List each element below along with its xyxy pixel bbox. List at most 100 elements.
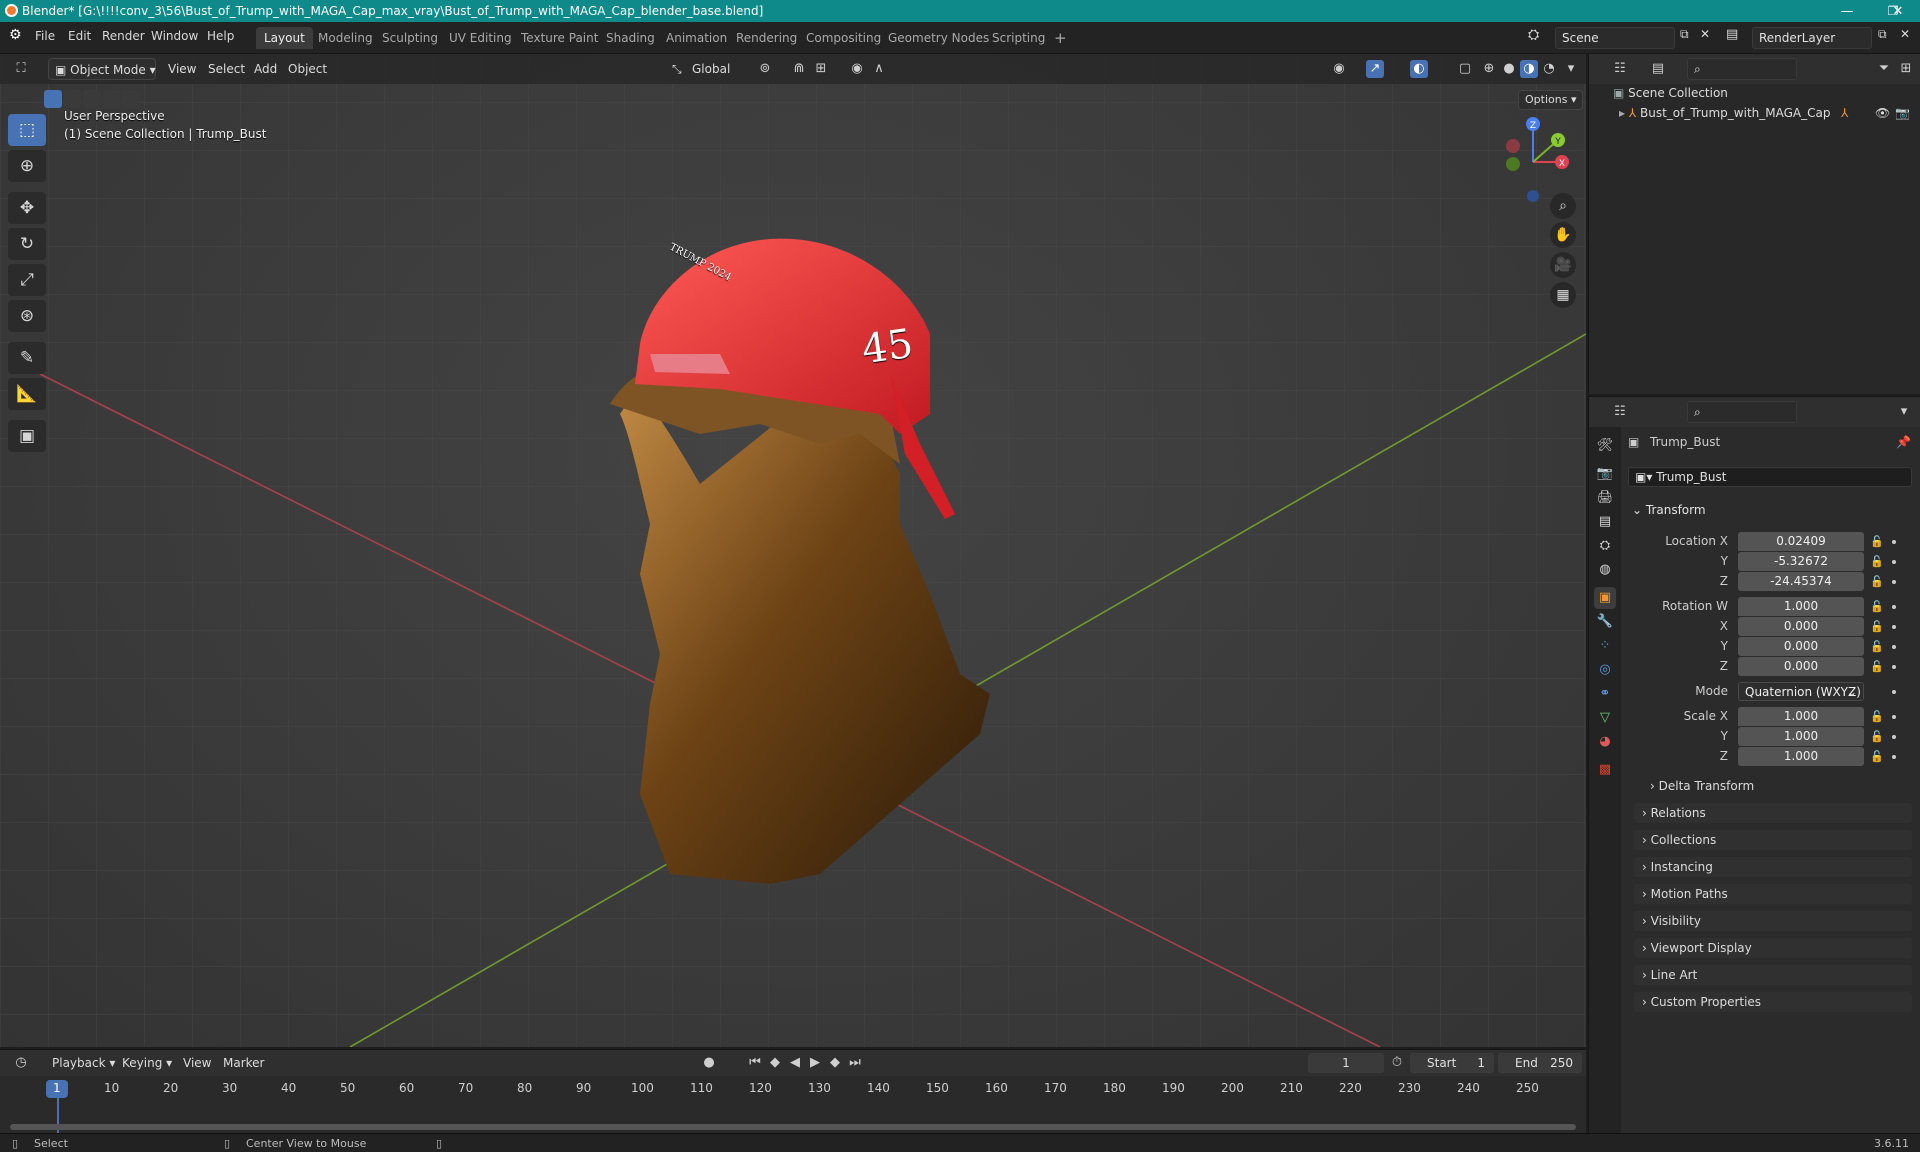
delete-view-layer-icon[interactable]: ✕ — [1900, 27, 1910, 41]
scale-x-field[interactable]: 1.000 — [1738, 707, 1864, 726]
select-invert-icon[interactable] — [102, 90, 121, 108]
blender-menu-icon[interactable]: ⚙ — [9, 27, 22, 43]
pivot-icon[interactable]: ⊚ — [756, 60, 774, 78]
select-extend-icon[interactable] — [63, 90, 82, 108]
transform-panel-header[interactable]: ⌄ Transform — [1632, 503, 1706, 517]
select-box-tool-icon[interactable]: ⬚ — [8, 114, 46, 146]
particles-tab-icon[interactable]: ⁘ — [1594, 635, 1616, 657]
properties-options-icon[interactable]: ▾ — [1895, 403, 1913, 421]
outliner-editor-type-icon[interactable]: ☷ — [1611, 60, 1629, 78]
shading-options-icon[interactable]: ▾ — [1562, 60, 1580, 78]
keyframe-dot-icon[interactable] — [1892, 605, 1896, 609]
zoom-icon[interactable]: ⌕ — [1550, 193, 1576, 219]
filter-icon[interactable]: ⏷ — [1875, 60, 1893, 78]
transform-tool-icon[interactable]: ⊛ — [8, 300, 46, 332]
panel-motion-paths[interactable]: › Motion Paths — [1634, 884, 1912, 904]
lock-icon[interactable]: 🔓 — [1870, 710, 1884, 723]
outliner-scene-collection[interactable]: ▣ Scene Collection — [1589, 83, 1920, 103]
tab-texture-paint[interactable]: Texture Paint — [513, 27, 606, 49]
editor-type-icon[interactable]: ⛶ — [12, 60, 30, 78]
rotate-tool-icon[interactable]: ↻ — [8, 228, 46, 260]
gizmo-toggle-icon[interactable]: ↗ — [1366, 60, 1384, 78]
new-scene-icon[interactable]: ⧉ — [1680, 27, 1689, 42]
snap-target-icon[interactable]: ⊞ — [812, 60, 830, 78]
menu-keying[interactable]: Keying ▾ — [122, 1052, 172, 1074]
menu-view[interactable]: View — [168, 58, 196, 80]
snap-icon[interactable]: ⋒ — [790, 60, 808, 78]
outliner-item-bust[interactable]: ▸ ⅄ Bust_of_Trump_with_MAGA_Cap ⅄ 👁 📷 — [1589, 103, 1920, 123]
panel-viewport-display[interactable]: › Viewport Display — [1634, 938, 1912, 958]
overlay-toggle-icon[interactable]: ◐ — [1410, 60, 1428, 78]
display-mode-icon[interactable]: ▤ — [1649, 60, 1667, 78]
delete-scene-icon[interactable]: ✕ — [1700, 27, 1710, 41]
jump-end-icon[interactable]: ⏭ — [846, 1054, 864, 1072]
menu-timeline-view[interactable]: View — [183, 1052, 211, 1074]
stopwatch-icon[interactable]: ⏱ — [1388, 1054, 1406, 1072]
texture-tab-icon[interactable]: ▩ — [1594, 759, 1616, 781]
select-subtract-icon[interactable] — [83, 90, 101, 108]
mode-selector[interactable]: ▣ Object Mode ▾ — [48, 58, 156, 80]
object-datablock-field[interactable]: ▣▾ Trump_Bust — [1628, 467, 1912, 487]
view-layer-field[interactable]: RenderLayer — [1752, 27, 1872, 49]
expand-arrow-icon[interactable]: ▸ — [1619, 106, 1625, 120]
properties-editor-type-icon[interactable]: ☷ — [1611, 403, 1629, 421]
lock-icon[interactable]: 🔓 — [1870, 555, 1884, 568]
falloff-icon[interactable]: ∧ — [870, 60, 888, 78]
tab-rendering[interactable]: Rendering — [728, 27, 805, 49]
world-tab-icon[interactable]: ◍ — [1594, 559, 1616, 581]
rotation-w-field[interactable]: 1.000 — [1738, 597, 1864, 616]
material-shading-icon[interactable]: ◑ — [1520, 60, 1538, 78]
rotation-z-field[interactable]: 0.000 — [1738, 657, 1864, 676]
properties-search-input[interactable]: ⌕ — [1687, 401, 1797, 423]
ortho-grid-icon[interactable]: ▦ — [1550, 282, 1576, 308]
keyframe-dot-icon[interactable] — [1892, 715, 1896, 719]
new-collection-icon[interactable]: ⊞ — [1897, 60, 1915, 78]
rotation-y-field[interactable]: 0.000 — [1738, 637, 1864, 656]
end-frame-field[interactable]: End 250 — [1498, 1053, 1582, 1073]
select-intersect-icon[interactable] — [122, 90, 140, 108]
timeline-editor-type-icon[interactable]: ◷ — [12, 1054, 30, 1072]
jump-start-icon[interactable]: ⏮ — [746, 1054, 764, 1072]
cursor-tool-icon[interactable]: ⊕ — [8, 150, 46, 182]
start-frame-field[interactable]: Start 1 — [1410, 1053, 1494, 1073]
physics-tab-icon[interactable]: ◎ — [1594, 659, 1616, 681]
keyframe-dot-icon[interactable] — [1892, 645, 1896, 649]
lock-icon[interactable]: 🔓 — [1870, 750, 1884, 763]
location-x-field[interactable]: 0.02409 — [1738, 532, 1864, 551]
close-button[interactable]: ✕ — [1876, 0, 1920, 22]
rotation-x-field[interactable]: 0.000 — [1738, 617, 1864, 636]
menu-file[interactable]: File — [35, 29, 55, 43]
material-tab-icon[interactable]: ◕ — [1594, 731, 1616, 753]
scale-y-field[interactable]: 1.000 — [1738, 727, 1864, 746]
location-z-field[interactable]: -24.45374 — [1738, 572, 1864, 591]
keyframe-dot-icon[interactable] — [1892, 735, 1896, 739]
view-layer-tab-icon[interactable]: ▤ — [1594, 511, 1616, 533]
constraints-tab-icon[interactable]: ⚭ — [1594, 683, 1616, 705]
object-tab-icon[interactable]: ▣ — [1594, 587, 1616, 609]
lock-icon[interactable]: 🔓 — [1870, 730, 1884, 743]
tab-scripting[interactable]: Scripting — [984, 27, 1053, 49]
data-tab-icon[interactable]: ▽ — [1594, 707, 1616, 729]
solid-shading-icon[interactable]: ● — [1500, 60, 1518, 78]
tab-sculpting[interactable]: Sculpting — [374, 27, 446, 49]
menu-edit[interactable]: Edit — [68, 29, 91, 43]
proportional-edit-icon[interactable]: ◉ — [848, 60, 866, 78]
menu-add[interactable]: Add — [254, 58, 277, 80]
timeline-editor[interactable]: ◷ Playback ▾ Keying ▾ View Marker ● ⏮ ◆ … — [0, 1049, 1586, 1134]
add-workspace-button[interactable]: + — [1046, 27, 1075, 49]
select-new-icon[interactable] — [44, 90, 62, 108]
keyframe-dot-icon[interactable] — [1892, 665, 1896, 669]
output-tab-icon[interactable]: 🖨 — [1594, 487, 1616, 509]
keyframe-dot-icon[interactable] — [1892, 580, 1896, 584]
tab-shading[interactable]: Shading — [598, 27, 663, 49]
orientation-selector[interactable]: Global — [692, 58, 730, 80]
view-layer-browse-icon[interactable]: ▤ — [1726, 27, 1738, 42]
panel-custom-properties[interactable]: › Custom Properties — [1634, 992, 1912, 1012]
menu-select[interactable]: Select — [208, 58, 245, 80]
visibility-icon[interactable]: ◉ — [1330, 60, 1348, 78]
add-cube-tool-icon[interactable]: ▣ — [8, 420, 46, 452]
tab-layout[interactable]: Layout — [256, 27, 313, 49]
menu-render[interactable]: Render — [102, 29, 145, 43]
keyframe-dot-icon[interactable] — [1892, 560, 1896, 564]
prev-keyframe-icon[interactable]: ◆ — [766, 1054, 784, 1072]
